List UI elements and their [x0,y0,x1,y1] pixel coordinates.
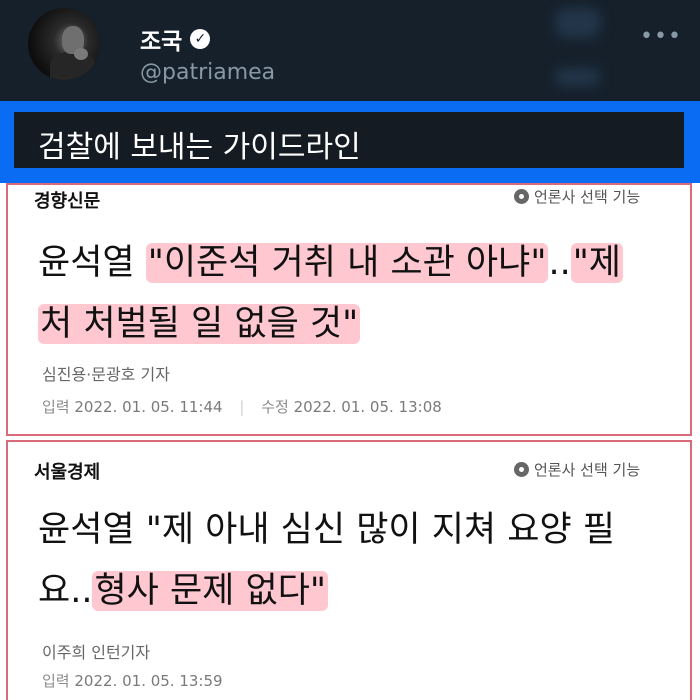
author-handle[interactable]: @patriamea [140,60,275,85]
article-dateline: 입력 2022. 01. 05. 11:44 | 수정 2022. 01. 05… [42,396,442,417]
edit-date: 2022. 01. 05. 13:08 [293,398,442,416]
article-card[interactable]: 경향신문 언론사 선택 기능 윤석열 "이준석 거취 내 소관 아냐".."제처… [6,183,692,436]
article-card[interactable]: 서울경제 언론사 선택 기능 윤석열 "제 아내 심신 많이 지쳐 요양 필요.… [6,440,692,700]
gear-icon [514,462,529,477]
tweet-header: 조국 ✓ @patriamea ••• [0,0,700,100]
headline-part: 요.. [38,571,93,611]
publisher-select-label: 언론사 선택 기능 [534,461,641,479]
input-label: 입력 [42,398,70,416]
dateline-separator: | [239,398,245,416]
reporter-name: 심진용·문광호 기자 [42,365,170,384]
caption-text: 검찰에 보내는 가이드라인 [38,130,361,165]
avatar[interactable] [28,8,100,80]
input-date: 2022. 01. 05. 13:59 [74,672,223,690]
article-headline[interactable]: 윤석열 "이준석 거취 내 소관 아냐".."제처 처벌될 일 없을 것" [38,233,688,355]
blurred-element [555,68,601,86]
author-name[interactable]: 조국 ✓ [140,22,211,56]
headline-part: 윤석열 "제 아내 심신 많이 지쳐 요양 필 [38,510,615,550]
caption-banner: 검찰에 보내는 가이드라인 [0,101,700,183]
headline-part: 윤석열 [38,243,146,283]
avatar-hand-shape [74,48,88,60]
headline-highlight: "제 [570,243,624,283]
more-options-icon[interactable]: ••• [640,24,682,49]
edit-label: 수정 [261,398,289,416]
avatar-body-shape [50,52,96,80]
headline-highlight: 처 처벌될 일 없을 것" [38,304,361,344]
headline-part: .. [548,243,571,283]
gear-icon [514,189,529,204]
input-label: 입력 [42,672,70,690]
caption-box: 검찰에 보내는 가이드라인 [12,110,686,170]
publisher-select[interactable]: 언론사 선택 기능 [514,186,640,207]
verified-icon: ✓ [190,29,211,49]
publisher-select-label: 언론사 선택 기능 [534,188,641,206]
article-headline[interactable]: 윤석열 "제 아내 심신 많이 지쳐 요양 필요..형사 문제 없다" [38,500,688,622]
publisher-select[interactable]: 언론사 선택 기능 [514,459,640,480]
input-date: 2022. 01. 05. 11:44 [74,398,223,416]
article-dateline: 입력 2022. 01. 05. 13:59 [42,670,223,691]
publisher-name[interactable]: 서울경제 [34,458,100,484]
publisher-name[interactable]: 경향신문 [34,187,100,213]
headline-highlight: "이준석 거취 내 소관 아냐" [145,243,549,283]
blurred-element [555,8,601,38]
headline-highlight: 형사 문제 없다" [92,571,329,611]
author-name-text: 조국 [140,29,183,55]
reporter-name: 이주희 인턴기자 [42,643,151,662]
